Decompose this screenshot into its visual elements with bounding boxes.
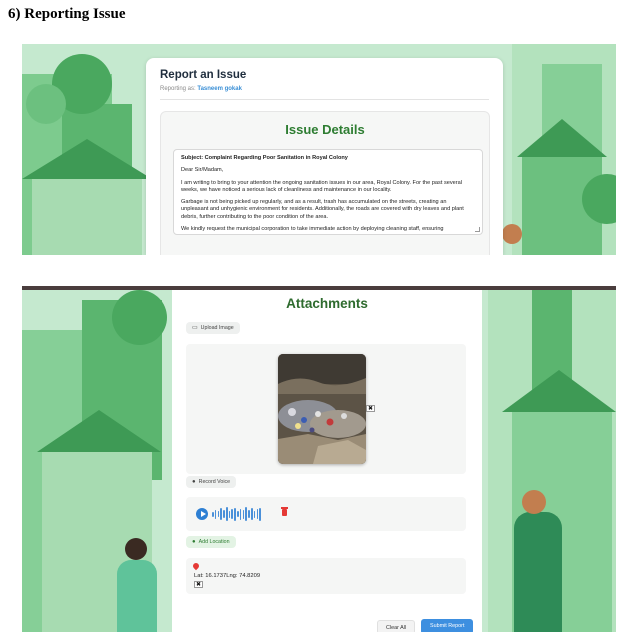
- divider: [160, 99, 489, 100]
- waveform-bar: [220, 508, 222, 520]
- user-name: Tasneem gokak: [197, 86, 242, 92]
- attachments-panel: Attachments ▭ Upload Image ✖ ● Record Vo…: [172, 290, 482, 632]
- tree-illustration: [112, 290, 167, 345]
- letter-paragraph: I am writing to bring to your attention …: [181, 179, 462, 193]
- remove-location-button[interactable]: ✖: [194, 581, 203, 588]
- play-icon[interactable]: [196, 508, 208, 520]
- upload-image-button[interactable]: ▭ Upload Image: [186, 322, 240, 334]
- waveform-bar: [225, 507, 228, 521]
- report-issue-card: Report an Issue Reporting as: Tasneem go…: [146, 58, 503, 255]
- reporting-as-label: Reporting as:: [160, 86, 196, 92]
- clear-all-button[interactable]: Clear All: [377, 620, 416, 632]
- waveform-bar: [253, 510, 256, 518]
- waveform-bar: [256, 509, 259, 519]
- location-pin-icon: [191, 561, 201, 571]
- waveform-bar: [250, 508, 253, 520]
- tree-illustration: [26, 84, 66, 124]
- audio-waveform[interactable]: [212, 506, 261, 522]
- section-title: Attachments: [286, 296, 368, 311]
- location-pin-icon: ●: [192, 539, 196, 545]
- upload-image-label: Upload Image: [200, 325, 234, 331]
- section-title: Issue Details: [285, 122, 365, 137]
- waveform-bar: [212, 511, 214, 517]
- waveform-bar: [242, 509, 245, 519]
- document-heading: 6) Reporting Issue: [8, 6, 126, 22]
- house-roof-illustration: [517, 119, 607, 157]
- report-issue-screenshot: Report an Issue Reporting as: Tasneem go…: [22, 44, 616, 255]
- record-voice-label: Record Voice: [198, 479, 231, 485]
- house-illustration: [32, 174, 142, 255]
- reporting-as: Reporting as: Tasneem gokak: [160, 86, 242, 92]
- uploaded-photo: [278, 354, 366, 464]
- letter-paragraph: Garbage is not being picked up regularly…: [181, 199, 464, 220]
- house-roof-illustration: [22, 139, 152, 179]
- waveform-bar: [217, 511, 220, 517]
- audio-player-box: [186, 497, 466, 531]
- record-voice-button[interactable]: ● Record Voice: [186, 476, 237, 488]
- waveform-bar: [237, 511, 239, 517]
- resize-handle[interactable]: [475, 227, 480, 232]
- waveform-bar: [248, 510, 250, 518]
- waveform-bar: [234, 507, 236, 521]
- add-location-label: Add Location: [198, 539, 230, 545]
- house-roof-illustration: [37, 410, 161, 452]
- house-roof-illustration: [502, 370, 616, 412]
- person-illustration: [514, 512, 562, 632]
- waveform-bar: [239, 508, 242, 520]
- waveform-bar: [245, 507, 247, 521]
- waveform-bar: [223, 510, 225, 518]
- lat-lng-text: Lat: 16.1737Lng: 74.8209: [194, 573, 261, 579]
- person-illustration: [117, 560, 157, 632]
- trash-icon[interactable]: [281, 507, 288, 516]
- waveform-bar: [214, 509, 217, 519]
- page-title: Report an Issue: [160, 69, 247, 81]
- image-preview-box: ✖: [186, 344, 466, 474]
- garbage-photo-image: [278, 354, 366, 464]
- location-box: Lat: 16.1737Lng: 74.8209 ✖: [186, 558, 466, 594]
- letter-paragraph: We kindly request the municipal corporat…: [181, 225, 444, 232]
- letter-subject: Subject: Complaint Regarding Poor Sanita…: [181, 155, 348, 161]
- add-location-button[interactable]: ● Add Location: [186, 536, 236, 548]
- remove-image-button[interactable]: ✖: [366, 405, 375, 412]
- waveform-bar: [228, 510, 231, 518]
- image-icon: ▭: [192, 325, 198, 331]
- attachments-screenshot: Attachments ▭ Upload Image ✖ ● Record Vo…: [22, 286, 616, 632]
- letter-salutation: Dear Sir/Madam,: [181, 167, 224, 174]
- microphone-icon: ●: [192, 479, 196, 485]
- waveform-bar: [231, 509, 234, 519]
- person-head-illustration: [125, 538, 147, 560]
- person-head-illustration: [502, 224, 522, 244]
- waveform-bar: [259, 507, 261, 521]
- person-head-illustration: [522, 490, 546, 514]
- issue-description-textarea[interactable]: Subject: Complaint Regarding Poor Sanita…: [173, 149, 483, 235]
- submit-report-button[interactable]: Submit Report: [421, 619, 474, 632]
- issue-details-section: Issue Details Subject: Complaint Regardi…: [160, 111, 490, 255]
